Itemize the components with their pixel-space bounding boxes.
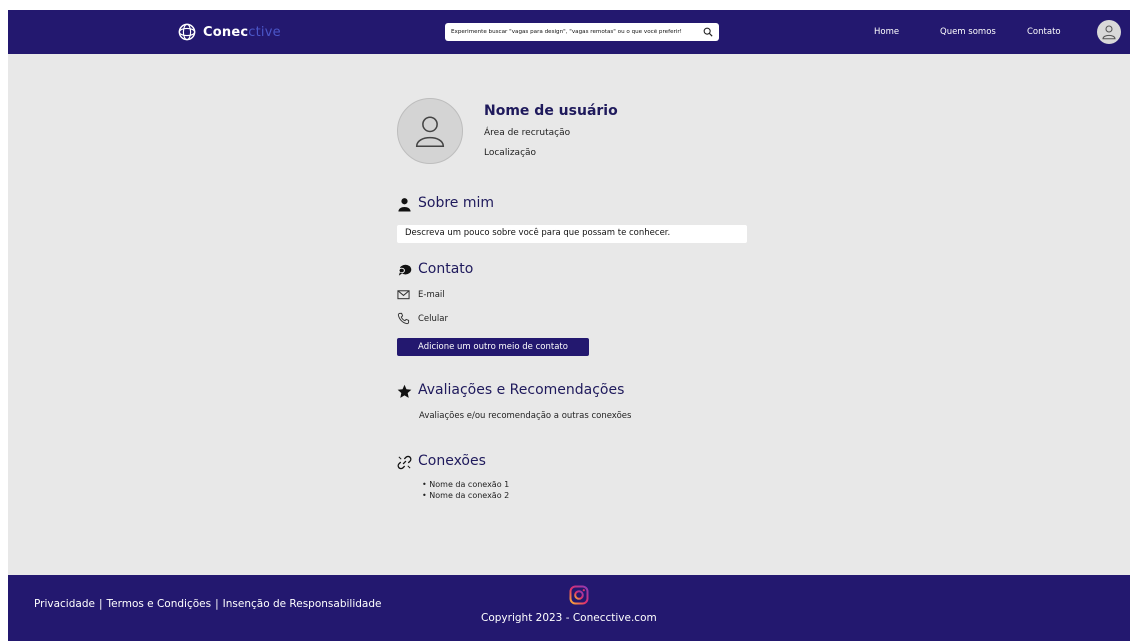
mail-icon (397, 290, 410, 300)
instagram-icon[interactable] (569, 585, 589, 605)
search-bar[interactable]: Experimente buscar "vagas para design", … (445, 23, 719, 41)
nav-contato-link[interactable]: Contato (1027, 27, 1061, 37)
section-title-connections: Conexões (418, 453, 486, 469)
profile-area: Área de recrutação (484, 128, 571, 138)
globe-icon (178, 23, 196, 41)
contact-phone-label: Celular (418, 313, 448, 324)
section-title-about: Sobre mim (418, 195, 495, 211)
search-icon[interactable] (703, 27, 713, 37)
logo-text: Conecctive (203, 24, 281, 40)
connection-item[interactable]: • Nome da conexão 2 (422, 490, 509, 501)
profile-name: Nome de usuário (484, 103, 618, 119)
profile-avatar[interactable] (397, 98, 463, 164)
top-navbar: Conecctive Experimente buscar "vagas par… (8, 10, 1130, 54)
page: Conecctive Experimente buscar "vagas par… (8, 10, 1130, 641)
connections-list: • Nome da conexão 1 • Nome da conexão 2 (422, 479, 509, 501)
section-title-contact: Contato (418, 261, 474, 277)
profile-location: Localização (484, 148, 537, 158)
privacy-link[interactable]: Privacidade (34, 598, 95, 610)
search-input[interactable]: Experimente buscar "vagas para design", … (451, 29, 700, 35)
user-avatar-button[interactable] (1097, 20, 1121, 44)
section-title-reviews: Avaliações e Recomendações (418, 382, 625, 398)
add-contact-button[interactable]: Adicione um outro meio de contato (397, 338, 589, 356)
copyright-text: Copyright 2023 - Conecctive.com (481, 612, 657, 624)
reviews-description: Avaliações e/ou recomendação a outras co… (419, 411, 632, 421)
phone-icon (397, 312, 410, 325)
footer-separator: | (215, 598, 219, 610)
link-icon (397, 455, 412, 470)
footer-links: Privacidade | Termos e Condições | Insenção … (34, 598, 381, 610)
nav-home-link[interactable]: Home (874, 27, 899, 37)
connection-item[interactable]: • Nome da conexão 1 (422, 479, 509, 490)
user-icon (415, 116, 445, 147)
disclaimer-link[interactable]: Insenção de Responsabilidade (223, 598, 382, 610)
contact-phone: Celular (397, 312, 448, 325)
chat-bubbles-icon (398, 264, 412, 276)
contact-email-label: E-mail (418, 289, 445, 300)
logo[interactable]: Conecctive (178, 23, 281, 41)
contact-email: E-mail (397, 288, 445, 301)
user-icon (1102, 25, 1116, 40)
footer-separator: | (98, 598, 103, 610)
person-icon (398, 198, 411, 212)
nav-quem-somos-link[interactable]: Quem somos (940, 27, 996, 37)
footer: Privacidade | Termos e Condições | Insenção … (8, 575, 1130, 641)
terms-link[interactable]: Termos e Condições (107, 598, 212, 610)
about-me-field[interactable]: Descreva um pouco sobre você para que po… (397, 225, 747, 243)
star-icon (397, 384, 412, 398)
